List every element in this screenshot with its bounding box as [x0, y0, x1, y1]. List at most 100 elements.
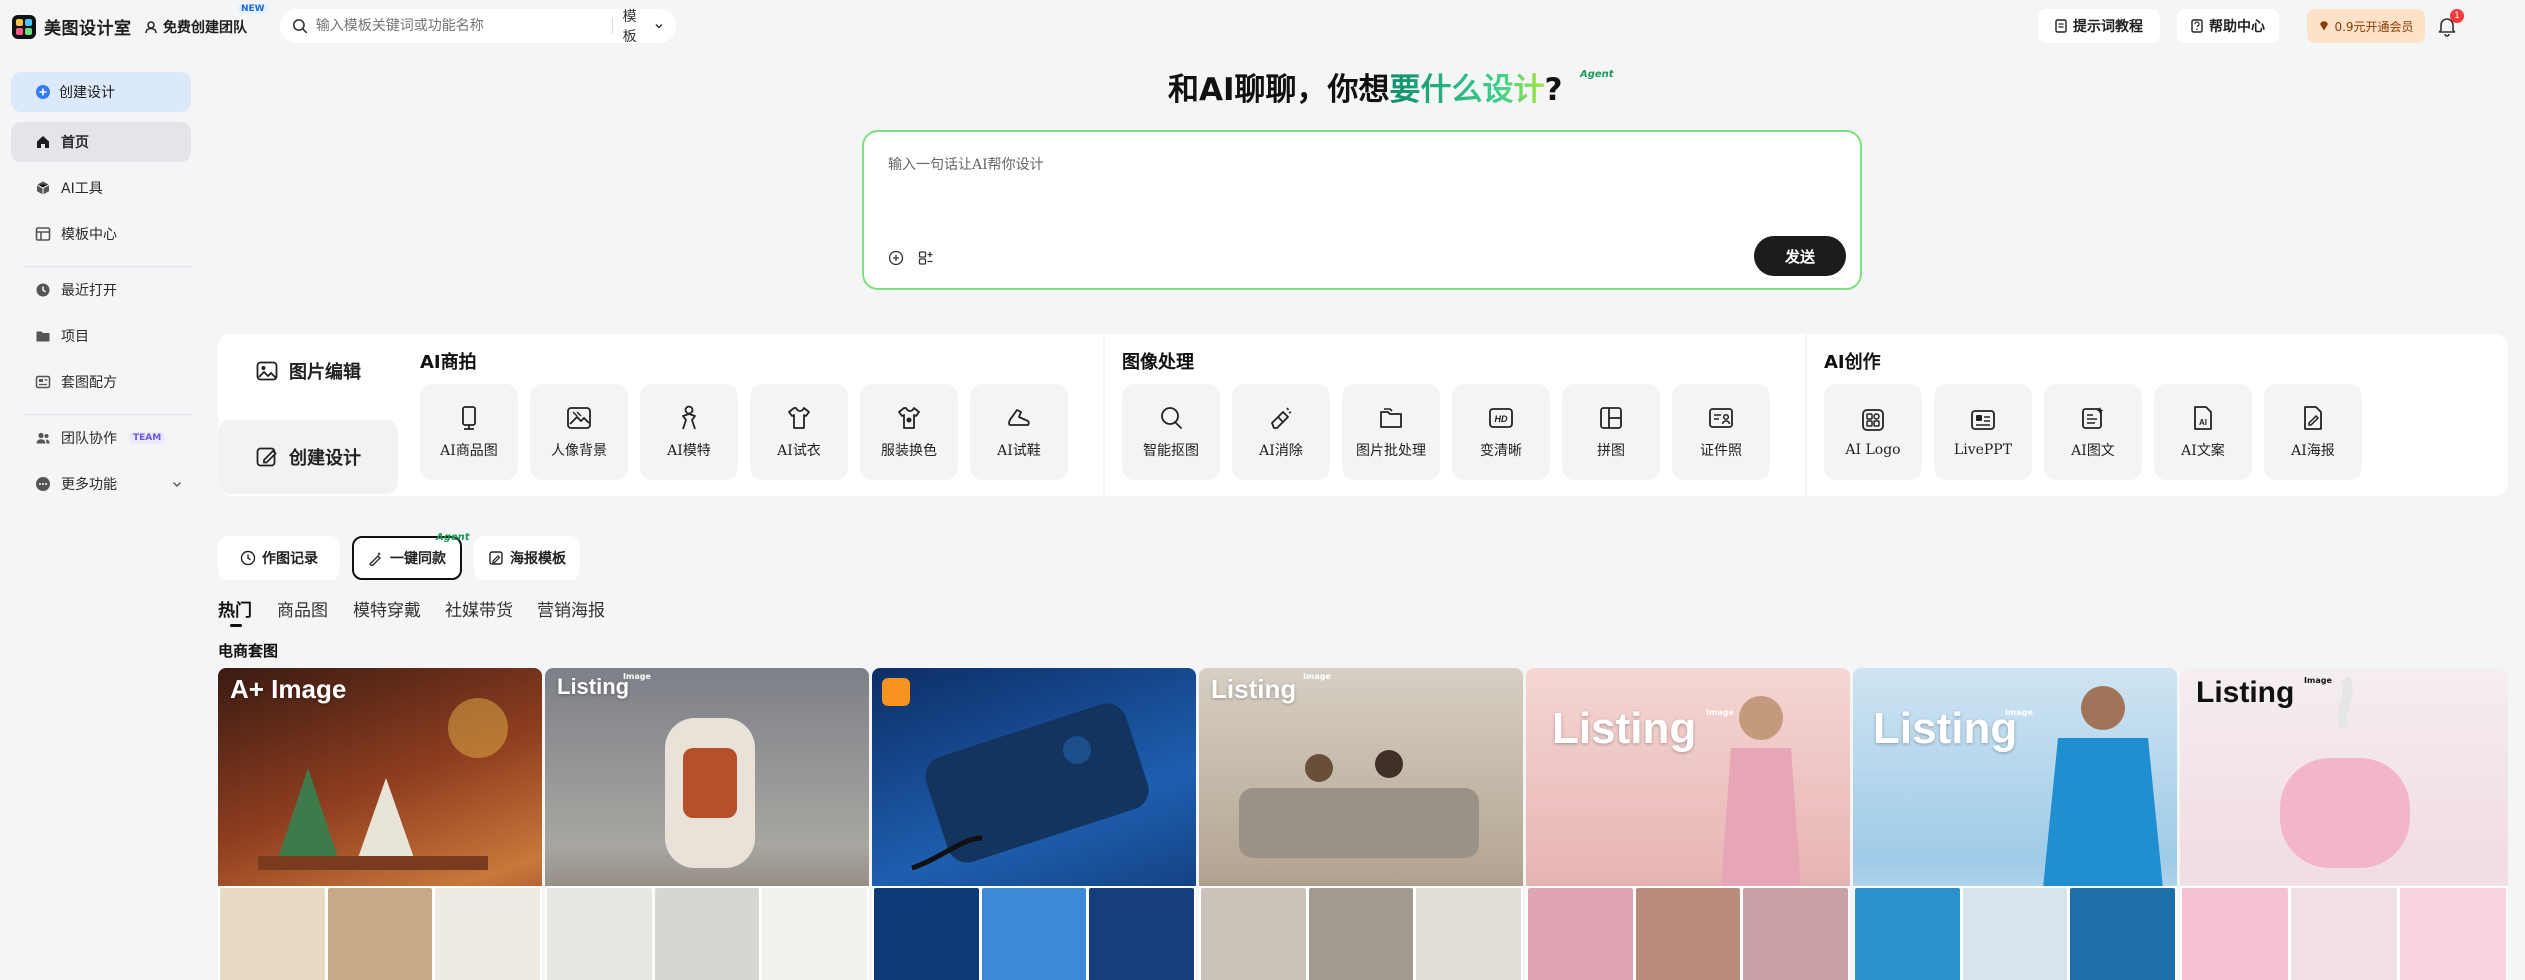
template-card[interactable]: Listing Image — [1199, 668, 1523, 980]
clothing-icon — [788, 407, 810, 429]
tool-ai-try-on[interactable]: AI试衣 — [750, 384, 848, 480]
section-title: 电商套图 — [218, 642, 279, 660]
notification-badge: 1 — [2450, 9, 2464, 23]
tool-group-image-processing: 图像处理 智能抠图 AI消除 图片批处理 HD 变清晰 拼图 证件照 — [1122, 334, 1802, 496]
template-card[interactable]: Listing Image — [1526, 668, 1850, 980]
sidebar-item-ai-tools[interactable]: AI工具 — [11, 168, 191, 208]
create-team-label: 免费创建团队 — [163, 20, 247, 36]
help-center-button[interactable]: 帮助中心 — [2177, 9, 2279, 43]
sidebar-item-label: 首页 — [61, 135, 89, 151]
image-icon — [256, 361, 278, 381]
category-tab-model-wear[interactable]: 模特穿戴 — [353, 596, 421, 621]
sidebar: 创建设计 首页 AI工具 模板中心 最近打开 项目 套图配方 团队协作 TEAM… — [0, 52, 204, 980]
tool-label: AI模特 — [667, 443, 711, 459]
tool-ai-product-image[interactable]: AI商品图 — [420, 384, 518, 480]
tab-create-design[interactable]: 创建设计 — [218, 420, 398, 494]
tool-collage[interactable]: 拼图 — [1562, 384, 1660, 480]
search-type-dropdown[interactable]: 模板 — [623, 6, 664, 46]
category-tab-product[interactable]: 商品图 — [277, 596, 328, 621]
tool-group-title: AI创作 — [1824, 352, 1881, 373]
logo-grid-icon — [1862, 409, 1884, 431]
prompt-tutorial-button[interactable]: 提示词教程 — [2038, 9, 2160, 43]
ai-prompt-input[interactable]: 输入一句话让AI帮你设计 — [888, 154, 1044, 174]
edit-design-icon — [256, 447, 277, 467]
tool-ai-image-text[interactable]: AI图文 — [2044, 384, 2142, 480]
ai-prompt-box: 输入一句话让AI帮你设计 发送 — [862, 130, 1862, 290]
help-icon — [2191, 19, 2203, 33]
tool-group-divider — [1805, 334, 1807, 496]
tool-label: AI文案 — [2181, 443, 2225, 459]
chip-poster-templates[interactable]: 海报模板 — [474, 536, 580, 580]
chip-label: 海报模板 — [510, 551, 566, 567]
tool-clothing-recolor[interactable]: 服装换色 — [860, 384, 958, 480]
tool-liveppt[interactable]: LivePPT — [1934, 384, 2032, 480]
clock-icon — [36, 283, 50, 297]
logo-icon — [12, 14, 36, 39]
presentation-icon — [1971, 410, 1995, 430]
vip-upgrade-label: 0.9元开通会员 — [2334, 19, 2414, 34]
tool-label: LivePPT — [1953, 442, 2013, 458]
tool-ai-try-shoes[interactable]: AI试鞋 — [970, 384, 1068, 480]
sidebar-item-label: 最近打开 — [61, 283, 117, 299]
add-attachment-icon[interactable] — [888, 250, 904, 266]
sidebar-item-team[interactable]: 团队协作 TEAM — [11, 418, 191, 458]
search-input[interactable] — [315, 18, 602, 34]
portrait-background-icon — [567, 407, 591, 429]
category-tab-social-commerce[interactable]: 社媒带货 — [445, 596, 513, 621]
chip-label: 作图记录 — [262, 551, 318, 567]
sidebar-item-home[interactable]: 首页 — [11, 122, 191, 162]
avatar[interactable] — [2478, 10, 2510, 42]
tool-ai-copywriting[interactable]: AI AI文案 — [2154, 384, 2252, 480]
create-team-link[interactable]: 免费创建团队 — [144, 17, 247, 37]
new-badge: NEW — [237, 4, 269, 14]
tool-ai-poster[interactable]: AI海报 — [2264, 384, 2362, 480]
template-card[interactable] — [872, 668, 1196, 980]
search-bar: 模板 — [280, 6, 676, 46]
settings-sliders-icon[interactable] — [918, 250, 934, 266]
tool-enhance-clarity[interactable]: HD 变清晰 — [1452, 384, 1550, 480]
id-card-icon — [1709, 408, 1733, 428]
vip-upgrade-button[interactable]: 0.9元开通会员 — [2307, 9, 2425, 43]
template-card-strip — [545, 886, 869, 980]
chip-label: 一键同款 — [390, 551, 446, 567]
app-logo[interactable]: 美图设计室 — [12, 14, 132, 39]
tool-smart-cutout[interactable]: 智能抠图 — [1122, 384, 1220, 480]
tool-label: 智能抠图 — [1143, 443, 1199, 459]
category-active-underline — [230, 624, 242, 627]
template-card[interactable]: Listing Image — [545, 668, 869, 980]
template-card[interactable]: A+ Image — [218, 668, 542, 980]
tool-portrait-background[interactable]: 人像背景 — [530, 384, 628, 480]
search-icon — [292, 19, 308, 34]
hero-title: 和AI聊聊，你想 要什么设计 ? — [1168, 64, 1563, 109]
template-card[interactable]: Listing Image — [1853, 668, 2177, 980]
search-type-label: 模板 — [622, 9, 637, 45]
chip-history[interactable]: 作图记录 — [218, 536, 340, 580]
tool-ai-erase[interactable]: AI消除 — [1232, 384, 1330, 480]
tool-ai-logo[interactable]: AI Logo — [1824, 384, 1922, 480]
poster-edit-icon — [2304, 406, 2322, 430]
tab-image-edit[interactable]: 图片编辑 — [218, 334, 398, 408]
template-card-strip — [1199, 886, 1523, 980]
tool-batch-process[interactable]: 图片批处理 — [1342, 384, 1440, 480]
sidebar-item-more[interactable]: 更多功能 — [11, 464, 191, 504]
tool-ai-model[interactable]: AI模特 — [640, 384, 738, 480]
model-icon — [682, 405, 696, 430]
tab-create-design-label: 创建设计 — [289, 448, 361, 469]
send-button[interactable]: 发送 — [1754, 236, 1846, 276]
sidebar-item-label: 模板中心 — [61, 227, 117, 243]
tool-group-ai-shoot: AI商拍 AI商品图 人像背景 AI模特 AI试衣 服装换色 AI试鞋 — [420, 334, 1100, 496]
sidebar-create-design-button[interactable]: 创建设计 — [11, 72, 191, 112]
category-tab-marketing-poster[interactable]: 营销海报 — [537, 596, 605, 621]
sidebar-item-template-center[interactable]: 模板中心 — [11, 214, 191, 254]
sidebar-item-recent[interactable]: 最近打开 — [11, 270, 191, 310]
tool-label: 服装换色 — [881, 443, 937, 459]
hero-title-a: 和AI聊聊，你想 — [1168, 72, 1390, 108]
sidebar-item-projects[interactable]: 项目 — [11, 316, 191, 356]
category-tab-hot[interactable]: 热门 — [218, 596, 252, 621]
top-bar: 美图设计室 免费创建团队 NEW 模板 提示词教程 帮助中心 0.9元开通会员 … — [0, 0, 2525, 52]
tool-id-photo[interactable]: 证件照 — [1672, 384, 1770, 480]
sidebar-item-set-recipe[interactable]: 套图配方 — [11, 362, 191, 402]
template-card[interactable]: Listing Image — [2180, 668, 2508, 980]
svg-text:AI: AI — [2199, 418, 2207, 427]
power-bank-image — [911, 703, 1149, 871]
